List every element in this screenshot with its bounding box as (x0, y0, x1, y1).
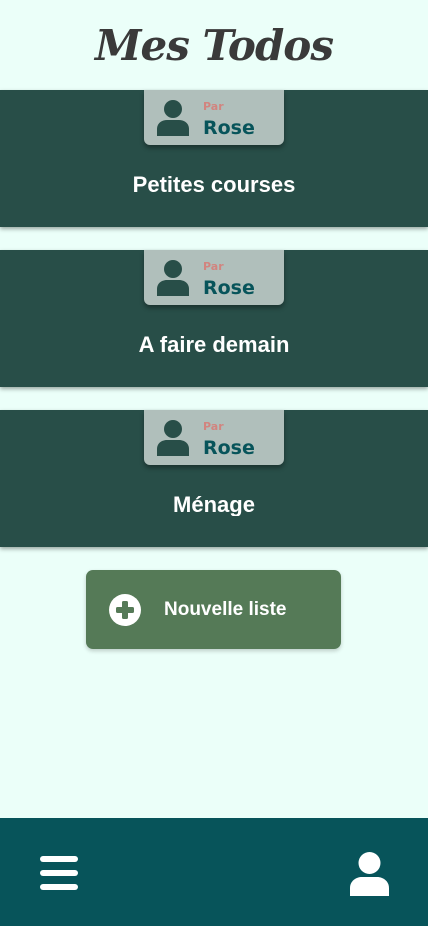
user-icon[interactable] (350, 852, 389, 896)
todo-list-card[interactable]: Par Rose Ménage (0, 410, 428, 547)
owner-prefix: Par (203, 100, 224, 113)
todo-list-card[interactable]: Par Rose A faire demain (0, 250, 428, 387)
user-icon (157, 260, 189, 296)
owner-name: Rose (203, 437, 255, 459)
bottom-nav-bar (0, 818, 428, 926)
hamburger-menu-icon[interactable] (40, 856, 78, 890)
todo-list-card[interactable]: Par Rose Petites courses (0, 90, 428, 227)
owner-badge: Par Rose (144, 250, 284, 305)
user-icon (157, 420, 189, 456)
owner-name: Rose (203, 117, 255, 139)
owner-prefix: Par (203, 260, 224, 273)
app-screen: Mes Todos Par Rose Petites courses Par R… (0, 0, 428, 926)
owner-badge: Par Rose (144, 90, 284, 145)
owner-badge: Par Rose (144, 410, 284, 465)
new-list-label: Nouvelle liste (164, 599, 287, 620)
plus-circle-icon (109, 594, 141, 626)
app-title: Mes Todos (95, 21, 334, 70)
new-list-button[interactable]: Nouvelle liste (86, 570, 341, 649)
list-title: Petites courses (132, 172, 296, 197)
list-title: Ménage (173, 492, 255, 516)
user-icon (157, 100, 189, 136)
owner-name: Rose (203, 277, 255, 299)
list-title: A faire demain (138, 332, 290, 357)
owner-prefix: Par (203, 420, 224, 433)
